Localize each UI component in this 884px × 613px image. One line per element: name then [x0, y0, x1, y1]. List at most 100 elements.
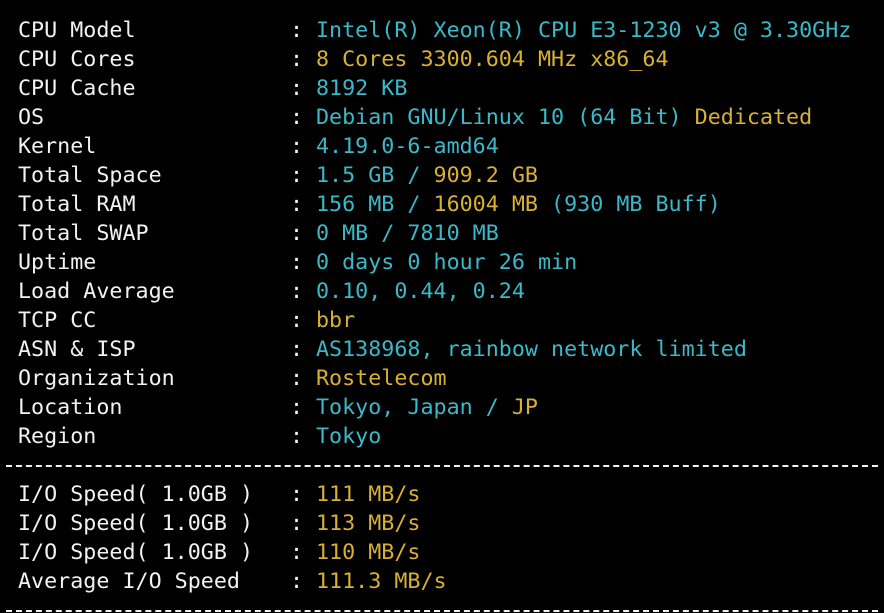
info-label: Total SWAP: [18, 221, 149, 246]
info-label: Total RAM: [18, 192, 136, 217]
info-value-part: Tokyo, Japan /: [316, 395, 512, 420]
io-row: I/O Speed( 1.0GB ):110 MB/s: [0, 538, 884, 567]
info-value-part: Rostelecom: [316, 366, 447, 391]
separator-colon: :: [290, 47, 304, 72]
io-row: I/O Speed( 1.0GB ):111 MB/s: [0, 480, 884, 509]
info-value: Debian GNU/Linux 10 (64 Bit) Dedicated: [316, 103, 812, 132]
info-value-part: 909.2 GB: [433, 163, 538, 188]
separator-colon: :: [290, 482, 304, 507]
terminal-window: CPU Model: Intel(R) Xeon(R) CPU E3-1230 v…: [0, 0, 884, 613]
info-value-part: 8 Cores 3300.604 MHz x86_64: [316, 47, 669, 72]
divider-line: [6, 610, 878, 612]
separator-colon: :: [290, 424, 304, 449]
info-value-part: 0 days 0 hour 26 min: [316, 250, 578, 275]
info-value-part: 1.5 GB /: [316, 163, 434, 188]
info-value: 4.19.0-6-amd64: [316, 132, 499, 161]
info-row: Total Space:1.5 GB / 909.2 GB: [0, 161, 884, 190]
system-info-block: CPU Model: Intel(R) Xeon(R) CPU E3-1230 v…: [0, 16, 884, 451]
info-label: OS: [18, 105, 45, 130]
info-value: Intel(R) Xeon(R) CPU E3-1230 v3 @ 3.30GH…: [316, 16, 851, 45]
info-label: ASN & ISP: [18, 337, 136, 362]
io-value-part: 111 MB/s: [316, 482, 421, 507]
info-value-part: 4.19.0-6-amd64: [316, 134, 499, 159]
info-label: Load Average: [18, 279, 175, 304]
info-value: bbr: [316, 306, 355, 335]
separator-colon: :: [290, 134, 304, 159]
info-row: Load Average:0.10, 0.44, 0.24: [0, 277, 884, 306]
io-speed-block: I/O Speed( 1.0GB ):111 MB/s I/O Speed( 1.…: [0, 480, 884, 596]
info-value-part: 0.10, 0.44, 0.24: [316, 279, 525, 304]
info-row: Total SWAP:0 MB / 7810 MB: [0, 219, 884, 248]
info-label: CPU Model: [18, 18, 136, 43]
io-value: 113 MB/s: [316, 509, 420, 538]
info-row: Kernel:4.19.0-6-amd64: [0, 132, 884, 161]
io-label: Average I/O Speed: [18, 569, 240, 594]
io-value: 111 MB/s: [316, 480, 420, 509]
info-row: Region: Tokyo: [0, 422, 884, 451]
separator-colon: :: [290, 18, 304, 43]
info-value: 156 MB / 16004 MB (930 MB Buff): [316, 190, 721, 219]
info-value-part: (930 MB Buff): [537, 192, 721, 217]
separator-colon: :: [290, 395, 304, 420]
info-label: Organization: [18, 366, 175, 391]
info-value-part: Dedicated: [694, 105, 813, 130]
io-label: I/O Speed( 1.0GB ): [18, 540, 254, 565]
separator-colon: :: [290, 569, 304, 594]
io-value: 110 MB/s: [316, 538, 420, 567]
info-row: CPU Cores:8 Cores 3300.604 MHz x86_64: [0, 45, 884, 74]
info-row: CPU Cache:8192 KB: [0, 74, 884, 103]
info-label: CPU Cores: [18, 47, 136, 72]
separator-colon: :: [290, 511, 304, 536]
separator-colon: :: [290, 279, 304, 304]
info-label: Uptime: [18, 250, 97, 275]
info-row: CPU Model: Intel(R) Xeon(R) CPU E3-1230 v…: [0, 16, 884, 45]
info-value: 1.5 GB / 909.2 GB: [316, 161, 538, 190]
io-value-part: 113 MB/s: [316, 511, 421, 536]
info-label: TCP CC: [18, 308, 97, 333]
divider-line: [6, 465, 878, 467]
info-value: 0.10, 0.44, 0.24: [316, 277, 525, 306]
info-value: 0 days 0 hour 26 min: [316, 248, 577, 277]
separator-colon: :: [290, 308, 304, 333]
section-divider-bottom: [0, 596, 884, 613]
info-value: Tokyo: [316, 422, 381, 451]
info-row: Location: Tokyo, Japan / JP: [0, 393, 884, 422]
info-row: Total RAM:156 MB / 16004 MB (930 MB Buff…: [0, 190, 884, 219]
separator-colon: :: [290, 366, 304, 391]
info-row: Uptime:0 days 0 hour 26 min: [0, 248, 884, 277]
info-value-part: AS138968, rainbow network limited: [316, 337, 747, 362]
info-value-part: bbr: [316, 308, 356, 333]
info-value-part: Intel(R) Xeon(R) CPU E3-1230 v3 @ 3.30GH…: [316, 18, 852, 43]
separator-colon: :: [290, 105, 304, 130]
separator-colon: :: [290, 76, 304, 101]
separator-colon: :: [290, 163, 304, 188]
info-label: Location: [18, 395, 123, 420]
separator-colon: :: [290, 337, 304, 362]
io-value-part: 110 MB/s: [316, 540, 421, 565]
separator-colon: :: [290, 192, 304, 217]
info-label: Region: [18, 424, 97, 449]
info-value-part: JP: [511, 395, 538, 420]
io-value-part: 111.3 MB/s: [316, 569, 447, 594]
io-row: Average I/O Speed:111.3 MB/s: [0, 567, 884, 596]
separator-colon: :: [290, 540, 304, 565]
separator-colon: :: [290, 250, 304, 275]
info-value: AS138968, rainbow network limited: [316, 335, 747, 364]
info-label: Total Space: [18, 163, 162, 188]
info-value-part: 8192 KB: [316, 76, 408, 101]
info-value: 8 Cores 3300.604 MHz x86_64: [316, 45, 669, 74]
info-label: Kernel: [18, 134, 97, 159]
info-value: Tokyo, Japan / JP: [316, 393, 538, 422]
info-value-part: Tokyo: [316, 424, 382, 449]
info-value: Rostelecom: [316, 364, 447, 393]
io-label: I/O Speed( 1.0GB ): [18, 482, 254, 507]
io-value: 111.3 MB/s: [316, 567, 447, 596]
separator-colon: :: [290, 221, 304, 246]
io-row: I/O Speed( 1.0GB ):113 MB/s: [0, 509, 884, 538]
info-value: 8192 KB: [316, 74, 407, 103]
section-divider: [0, 451, 884, 480]
info-value-part: 156 MB /: [316, 192, 434, 217]
info-value: 0 MB / 7810 MB: [316, 219, 499, 248]
io-label: I/O Speed( 1.0GB ): [18, 511, 254, 536]
info-value-part: Debian GNU/Linux 10 (64 Bit): [316, 105, 695, 130]
